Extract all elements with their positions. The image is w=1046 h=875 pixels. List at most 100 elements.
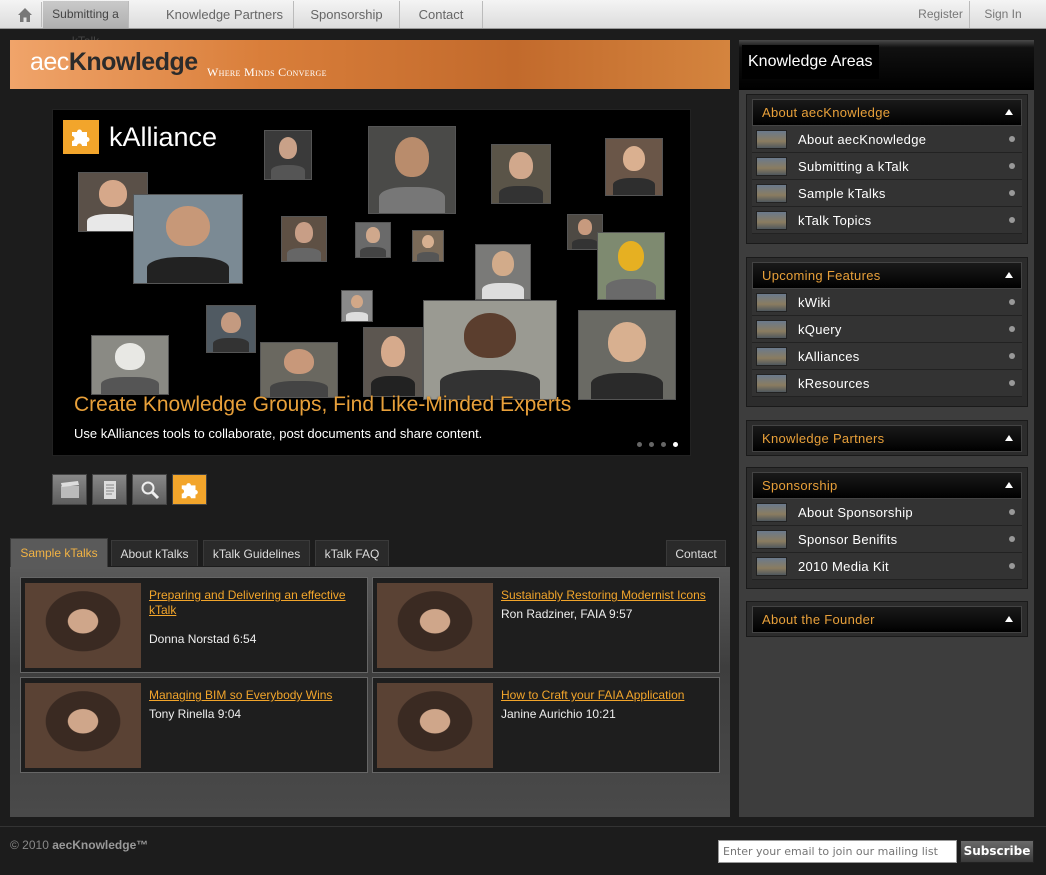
accordion-header[interactable]: About the Founder <box>752 606 1022 633</box>
collapse-arrow-icon[interactable] <box>1005 482 1013 488</box>
item-thumbnail <box>756 130 787 149</box>
slide-dot[interactable] <box>649 442 654 447</box>
bullet-icon <box>1009 217 1015 223</box>
accordion-upcoming-features: Upcoming Features kWiki kQuery kAlliance… <box>746 257 1028 407</box>
email-field[interactable] <box>718 840 957 863</box>
accordion-header[interactable]: About aecKnowledge <box>752 99 1022 126</box>
hero-brand: kAlliance <box>63 120 217 154</box>
sidebar-item-media-kit[interactable]: 2010 Media Kit <box>752 553 1022 580</box>
item-thumbnail <box>756 503 787 522</box>
item-thumbnail <box>756 557 787 576</box>
hero-subline: Use kAlliances tools to collaborate, pos… <box>74 426 483 441</box>
speaker-photo[interactable] <box>377 583 493 668</box>
hero-slideshow[interactable]: kAlliance Create Knowledge Groups, Find … <box>52 109 691 456</box>
tab-about-ktalks[interactable]: About kTalks <box>111 540 198 566</box>
ktalk-speaker: Donna Norstad 6:54 <box>149 632 257 646</box>
bullet-icon <box>1009 380 1015 386</box>
home-button[interactable] <box>9 2 42 27</box>
expert-photo <box>491 144 551 204</box>
sidebar-item-submitting-ktalk[interactable]: Submitting a kTalk <box>752 153 1022 180</box>
bullet-icon <box>1009 326 1015 332</box>
slide-dot-active[interactable] <box>673 442 678 447</box>
item-thumbnail <box>756 211 787 230</box>
ktalk-title-link[interactable]: Preparing and Delivering an effective kT… <box>149 588 359 618</box>
expert-photo <box>368 126 456 214</box>
signin-link[interactable]: Sign In <box>976 1 1030 28</box>
thumb-video[interactable] <box>52 474 87 505</box>
puzzle-icon <box>63 120 99 154</box>
register-link[interactable]: Register <box>912 1 970 28</box>
ktalk-speaker: Janine Aurichio 10:21 <box>501 707 616 721</box>
subscribe-button[interactable]: Subscribe <box>960 840 1034 863</box>
thumb-puzzle[interactable] <box>172 474 207 505</box>
speaker-photo[interactable] <box>377 683 493 768</box>
accordion-header[interactable]: Upcoming Features <box>752 262 1022 289</box>
accordion-title: Knowledge Partners <box>762 431 885 446</box>
clapperboard-icon <box>60 480 79 498</box>
expert-photo <box>281 216 327 262</box>
item-thumbnail <box>756 347 787 366</box>
expert-photo <box>264 130 312 180</box>
ktalk-card[interactable]: Preparing and Delivering an effective kT… <box>20 577 368 673</box>
slide-indicators <box>637 442 678 447</box>
accordion-title: About aecKnowledge <box>762 105 891 120</box>
expert-photo <box>363 327 423 397</box>
thumb-document[interactable] <box>92 474 127 505</box>
sidebar-item-sponsor-benefits[interactable]: Sponsor Benifits <box>752 526 1022 553</box>
sidebar-item-kquery[interactable]: kQuery <box>752 316 1022 343</box>
sidebar-item-ktalk-topics[interactable]: kTalk Topics <box>752 207 1022 234</box>
tab-ktalk-faq[interactable]: kTalk FAQ <box>315 540 389 566</box>
ktalk-card[interactable]: How to Craft your FAIA Application Janin… <box>372 677 720 773</box>
slide-dot[interactable] <box>637 442 642 447</box>
sidebar-item-about-sponsorship[interactable]: About Sponsorship <box>752 499 1022 526</box>
sidebar-item-kresources[interactable]: kResources <box>752 370 1022 397</box>
speaker-photo[interactable] <box>25 683 141 768</box>
nav-sponsorship[interactable]: Sponsorship <box>294 1 400 28</box>
tab-ktalk-guidelines[interactable]: kTalk Guidelines <box>203 540 310 566</box>
ktalk-speaker: Ron Radziner, FAIA 9:57 <box>501 607 633 621</box>
logo-prefix: aec <box>30 48 69 76</box>
speaker-photo[interactable] <box>25 583 141 668</box>
collapse-arrow-icon[interactable] <box>1005 616 1013 622</box>
sidebar-item-kalliances[interactable]: kAlliances <box>752 343 1022 370</box>
accordion-header[interactable]: Sponsorship <box>752 472 1022 499</box>
expert-photo <box>206 305 256 353</box>
sidebar-item-kwiki[interactable]: kWiki <box>752 289 1022 316</box>
tab-contact[interactable]: Contact <box>666 540 726 566</box>
expert-photo <box>578 310 676 400</box>
item-label: kResources <box>798 376 870 391</box>
slide-dot[interactable] <box>661 442 666 447</box>
accordion-header[interactable]: Knowledge Partners <box>752 425 1022 452</box>
item-thumbnail <box>756 184 787 203</box>
sidebar-item-sample-ktalks[interactable]: Sample kTalks <box>752 180 1022 207</box>
accordion-title: About the Founder <box>762 612 875 627</box>
copyright: © 2010 aecKnowledge™ <box>10 838 148 852</box>
ktalk-card[interactable]: Sustainably Restoring Modernist Icons Ro… <box>372 577 720 673</box>
home-icon <box>18 7 32 22</box>
expert-photo <box>260 342 338 398</box>
ktalk-title-link[interactable]: Sustainably Restoring Modernist Icons <box>501 588 711 603</box>
nav-submitting-ktalk[interactable]: Submitting a kTalk <box>43 1 129 48</box>
ktalk-title-link[interactable]: Managing BIM so Everybody Wins <box>149 688 359 703</box>
tab-sample-ktalks[interactable]: Sample kTalks <box>10 538 108 567</box>
nav-contact[interactable]: Contact <box>400 1 483 28</box>
collapse-arrow-icon[interactable] <box>1005 435 1013 441</box>
accordion-sponsorship: Sponsorship About Sponsorship Sponsor Be… <box>746 467 1028 589</box>
thumb-search[interactable] <box>132 474 167 505</box>
item-label: kAlliances <box>798 349 860 364</box>
collapse-arrow-icon[interactable] <box>1005 109 1013 115</box>
hero-brand-name: kAlliance <box>109 121 218 152</box>
accordion-knowledge-partners: Knowledge Partners <box>746 420 1028 456</box>
ktalk-card[interactable]: Managing BIM so Everybody Wins Tony Rine… <box>20 677 368 773</box>
item-label: Sample kTalks <box>798 186 886 201</box>
collapse-arrow-icon[interactable] <box>1005 272 1013 278</box>
sidebar-item-about-aecknowledge[interactable]: About aecKnowledge <box>752 126 1022 153</box>
accordion-about-aecknowledge: About aecKnowledge About aecKnowledge Su… <box>746 94 1028 244</box>
expert-photo <box>341 290 373 322</box>
expert-photo <box>355 222 391 258</box>
ktalk-title-link[interactable]: How to Craft your FAIA Application <box>501 688 711 703</box>
expert-photo <box>597 232 665 300</box>
site-logo[interactable]: aecKnowledge <box>30 48 198 77</box>
nav-knowledge-partners[interactable]: Knowledge Partners <box>156 1 294 28</box>
logo-bold: Knowledge <box>68 48 198 76</box>
